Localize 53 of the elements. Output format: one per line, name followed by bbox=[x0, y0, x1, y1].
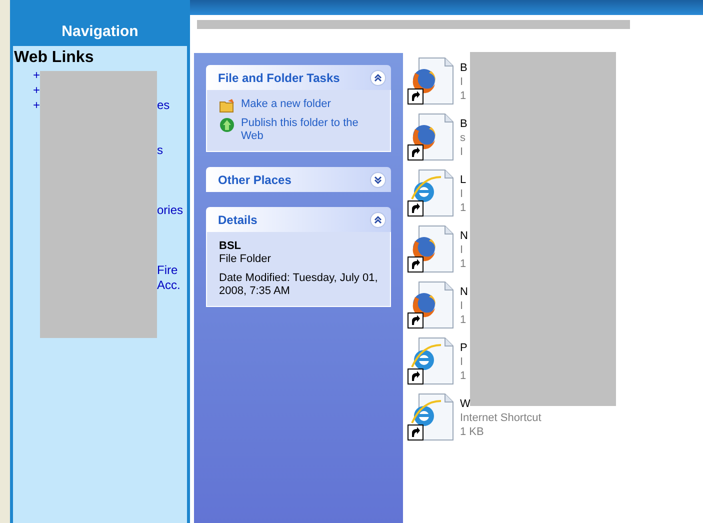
bullet-marker: + bbox=[33, 83, 40, 97]
file-detail-text: 1 bbox=[460, 257, 468, 271]
browser-shortcut-icon bbox=[407, 281, 455, 329]
file-detail-text: L bbox=[460, 173, 466, 187]
file-detail-text: N bbox=[460, 229, 468, 243]
internet-shortcut-icon bbox=[407, 169, 455, 217]
file-detail-text: B bbox=[460, 61, 468, 75]
file-detail-text: I bbox=[460, 355, 464, 369]
panel-header[interactable]: Other Places bbox=[206, 167, 391, 192]
file-detail-text: 1 bbox=[460, 313, 468, 327]
browser-shortcut-icon bbox=[407, 113, 455, 161]
internet-shortcut-icon bbox=[407, 393, 455, 441]
folder-icon bbox=[219, 98, 235, 114]
task-link[interactable]: Publish this folder to the Web bbox=[241, 117, 371, 143]
file-detail-text: I bbox=[460, 75, 464, 89]
file-detail-text: I bbox=[460, 187, 464, 201]
file-detail-text: 1 bbox=[460, 369, 468, 383]
nav-link[interactable]: es bbox=[157, 98, 170, 113]
nav-link[interactable]: Fire bbox=[157, 263, 180, 278]
file-detail-text: P bbox=[460, 341, 468, 355]
date-modified: Date Modified: Tuesday, July 01, 2008, 7:35 AM bbox=[219, 272, 378, 298]
file-detail-text: W bbox=[460, 397, 472, 411]
task-link[interactable]: Make a new folder bbox=[241, 98, 371, 111]
panel-title: File and Folder Tasks bbox=[218, 70, 340, 86]
file-detail-text: I bbox=[460, 243, 464, 257]
folder-name: BSL bbox=[219, 240, 242, 253]
file-detail-text: s bbox=[460, 131, 466, 145]
collapse-chevron-icon[interactable] bbox=[370, 212, 386, 228]
folder-type: File Folder bbox=[219, 253, 272, 266]
navigation-title: Navigation bbox=[60, 22, 140, 42]
browser-shortcut-icon bbox=[407, 57, 455, 105]
panel-title: Other Places bbox=[218, 172, 292, 188]
file-detail-text: 1 bbox=[460, 201, 466, 215]
nav-link[interactable]: Acc. bbox=[157, 278, 180, 293]
browser-shortcut-icon bbox=[407, 225, 455, 273]
nav-link[interactable]: ories bbox=[157, 203, 184, 218]
expand-chevron-icon[interactable] bbox=[370, 172, 386, 188]
panel-title: Details bbox=[218, 212, 258, 228]
file-detail-text: 1 bbox=[460, 89, 468, 103]
bullet-marker: + bbox=[33, 68, 40, 82]
internet-shortcut-icon bbox=[407, 337, 455, 385]
file-detail-text: N bbox=[460, 285, 468, 299]
file-detail-text: Internet Shortcut bbox=[460, 411, 542, 425]
nav-link[interactable]: s bbox=[157, 143, 163, 158]
collapse-chevron-icon[interactable] bbox=[370, 70, 386, 86]
panel-header[interactable]: File and Folder Tasks bbox=[206, 65, 391, 90]
file-detail-text: I bbox=[460, 299, 464, 313]
web-links-heading: Web Links bbox=[13, 48, 95, 68]
bullet-marker: + bbox=[33, 98, 40, 112]
file-detail-text: 1 KB bbox=[460, 425, 485, 439]
file-detail-text: B bbox=[460, 117, 468, 131]
file-detail-text: I bbox=[460, 145, 464, 159]
panel-header[interactable]: Details bbox=[206, 207, 391, 232]
